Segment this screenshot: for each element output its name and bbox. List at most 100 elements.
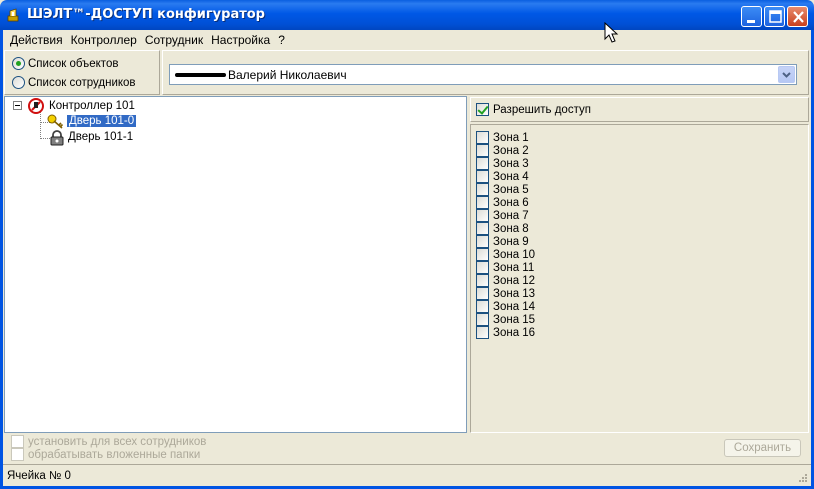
zone-checkbox[interactable]: Зона 6 <box>476 196 535 209</box>
checkbox[interactable] <box>476 157 489 170</box>
zone-label: Зона 8 <box>493 222 529 235</box>
zones-panel: Зона 1 Зона 2 Зона 3 Зона 4 Зона 5 Зона 6 Зона… <box>470 124 809 433</box>
tree-node-controller[interactable]: Контроллер 101 <box>49 100 135 112</box>
process-nested-label: обрабатывать вложенные папки <box>28 448 201 461</box>
view-mode-panel: Список объектов Список сотрудников <box>4 50 160 95</box>
window-title: ШЭЛТ™-ДОСТУП конфигуратор <box>27 7 265 22</box>
zone-label: Зона 2 <box>493 144 529 157</box>
zone-checkbox[interactable]: Зона 8 <box>476 222 535 235</box>
checkbox[interactable] <box>476 103 489 116</box>
zone-label: Зона 3 <box>493 157 529 170</box>
maximize-icon <box>769 10 782 23</box>
checkbox[interactable] <box>476 313 489 326</box>
close-icon <box>793 11 804 23</box>
zone-checkbox[interactable]: Зона 14 <box>476 300 535 313</box>
zone-checkbox[interactable]: Зона 15 <box>476 313 535 326</box>
zone-checkbox[interactable]: Зона 2 <box>476 144 535 157</box>
checkbox[interactable] <box>476 144 489 157</box>
zone-checkbox[interactable]: Зона 4 <box>476 170 535 183</box>
radio-label: Список сотрудников <box>28 76 136 89</box>
mouse-cursor-icon <box>604 22 619 43</box>
zone-checkbox[interactable]: Зона 3 <box>476 157 535 170</box>
title-bar[interactable]: ШЭЛТ™-ДОСТУП конфигуратор <box>0 0 814 30</box>
tree-node-door-101-0[interactable]: Дверь 101-0 <box>67 115 137 127</box>
apply-all-checkbox[interactable]: установить для всех сотрудников <box>11 435 206 448</box>
process-nested-checkbox[interactable]: обрабатывать вложенные папки <box>11 448 200 461</box>
zone-label: Зона 6 <box>493 196 529 209</box>
radio-button[interactable] <box>12 57 25 70</box>
menu-actions[interactable]: Действия <box>6 33 67 47</box>
access-header: Разрешить доступ <box>470 97 809 122</box>
resize-grip-icon[interactable] <box>797 472 808 483</box>
zone-label: Зона 11 <box>493 261 535 274</box>
status-cell: Ячейка № 0 <box>7 470 71 482</box>
zone-label: Зона 10 <box>493 248 536 261</box>
redaction-mark <box>175 73 226 77</box>
zone-label: Зона 13 <box>493 287 536 300</box>
maximize-button[interactable] <box>764 6 785 27</box>
zone-checkbox[interactable]: Зона 5 <box>476 183 535 196</box>
zone-label: Зона 14 <box>493 300 536 313</box>
employee-selected: Валерий Николаевич <box>228 68 347 82</box>
zone-label: Зона 12 <box>493 274 536 287</box>
lock-icon <box>50 130 64 146</box>
employee-combobox[interactable]: Валерий Николаевич <box>169 64 797 85</box>
close-button[interactable] <box>787 6 808 27</box>
checkbox[interactable] <box>476 196 489 209</box>
checkbox[interactable] <box>476 209 489 222</box>
checkbox[interactable] <box>476 131 489 144</box>
radio-employees-list[interactable]: Список сотрудников <box>12 76 136 89</box>
checkbox[interactable] <box>476 300 489 313</box>
menu-controller[interactable]: Контроллер <box>67 33 141 47</box>
minimize-icon <box>747 20 755 23</box>
menu-settings[interactable]: Настройка <box>207 33 274 47</box>
zones-list: Зона 1 Зона 2 Зона 3 Зона 4 Зона 5 Зона 6 Зона… <box>476 131 535 339</box>
tree-connector <box>40 112 41 139</box>
dropdown-button[interactable] <box>778 66 795 83</box>
zone-checkbox[interactable]: Зона 13 <box>476 287 535 300</box>
collapse-toggle[interactable] <box>13 101 22 110</box>
zone-checkbox[interactable]: Зона 7 <box>476 209 535 222</box>
options-area: установить для всех сотрудников обрабаты… <box>4 434 809 462</box>
zone-checkbox[interactable]: Зона 12 <box>476 274 535 287</box>
radio-objects-list[interactable]: Список объектов <box>12 57 118 70</box>
menu-bar: Действия Контроллер Сотрудник Настройка … <box>3 30 811 49</box>
zone-label: Зона 7 <box>493 209 529 222</box>
checkbox[interactable] <box>476 326 489 339</box>
checkbox[interactable] <box>476 274 489 287</box>
checkbox[interactable] <box>11 448 24 461</box>
zone-label: Зона 16 <box>493 326 536 339</box>
zone-label: Зона 4 <box>493 170 529 183</box>
controller-icon <box>28 98 44 114</box>
object-tree[interactable]: Контроллер 101 Дверь 101-0 Дверь 101-1 <box>4 96 467 433</box>
checkbox[interactable] <box>476 261 489 274</box>
checkbox[interactable] <box>476 235 489 248</box>
apply-all-label: установить для всех сотрудников <box>28 435 207 448</box>
zone-label: Зона 15 <box>493 313 536 326</box>
tree-node-door-101-1[interactable]: Дверь 101-1 <box>68 131 133 143</box>
key-icon <box>47 114 64 129</box>
checkbox[interactable] <box>476 248 489 261</box>
checkbox[interactable] <box>476 287 489 300</box>
checkbox[interactable] <box>11 435 24 448</box>
zone-checkbox[interactable]: Зона 11 <box>476 261 535 274</box>
checkbox[interactable] <box>476 170 489 183</box>
employee-panel: Валерий Николаевич <box>162 50 809 95</box>
checkbox[interactable] <box>476 183 489 196</box>
menu-help[interactable]: ? <box>274 33 289 47</box>
zone-checkbox[interactable]: Зона 9 <box>476 235 535 248</box>
zone-checkbox[interactable]: Зона 10 <box>476 248 535 261</box>
menu-employee[interactable]: Сотрудник <box>141 33 207 47</box>
zone-label: Зона 5 <box>493 183 529 196</box>
zone-checkbox[interactable]: Зона 16 <box>476 326 535 339</box>
zone-label: Зона 9 <box>493 235 529 248</box>
allow-access-checkbox[interactable]: Разрешить доступ <box>476 103 591 116</box>
radio-button[interactable] <box>12 76 25 89</box>
zone-checkbox[interactable]: Зона 1 <box>476 131 535 144</box>
checkbox[interactable] <box>476 222 489 235</box>
minimize-button[interactable] <box>741 6 762 27</box>
save-button[interactable]: Сохранить <box>724 439 801 457</box>
status-bar: Ячейка № 0 <box>3 464 811 486</box>
key-app-icon <box>7 8 19 22</box>
chevron-down-icon <box>782 72 791 78</box>
